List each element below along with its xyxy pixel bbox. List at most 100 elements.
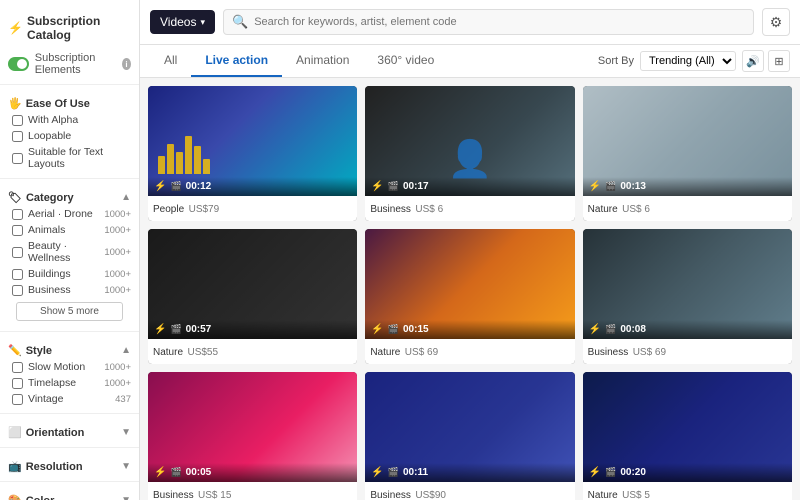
duration-badge: 00:20 bbox=[620, 467, 646, 478]
video-category: Nature bbox=[370, 347, 400, 358]
video-category: Nature bbox=[153, 347, 183, 358]
chevron-up-icon-style: ▲ bbox=[121, 345, 131, 356]
checkbox-loopable[interactable] bbox=[12, 131, 23, 142]
search-bar[interactable]: 🔍 bbox=[223, 9, 754, 35]
duration-badge: 00:11 bbox=[403, 467, 428, 478]
chevron-down-resolution: ▼ bbox=[121, 461, 131, 472]
bolt-icon: ⚡ bbox=[589, 324, 601, 335]
orientation-section: ⬜ Orientation ▼ bbox=[0, 418, 139, 443]
video-price: US$ 15 bbox=[198, 490, 231, 500]
video-card[interactable]: ⚡ 🎬 00:11 Business US$90 bbox=[365, 372, 574, 500]
filter-loopable[interactable]: Loopable bbox=[8, 128, 131, 144]
video-grid-container: ⚡ 🎬 00:12 People US$79 👤 ⚡ 🎬 00:17 Busin… bbox=[140, 78, 800, 500]
grid-view-icon[interactable]: ⊞ bbox=[768, 50, 790, 72]
camera-icon: 🎬 bbox=[170, 467, 181, 478]
ease-of-use-header[interactable]: 🖐 Ease Of Use bbox=[8, 95, 131, 112]
video-category: Business bbox=[370, 490, 411, 500]
audio-sort-icon[interactable]: 🔊 bbox=[742, 50, 764, 72]
tab-all[interactable]: All bbox=[150, 45, 191, 77]
chevron-down-icon: ▾ bbox=[200, 17, 205, 28]
video-price: US$79 bbox=[189, 204, 220, 215]
bolt-icon: ⚡ bbox=[371, 181, 383, 192]
checkbox-with-alpha[interactable] bbox=[12, 115, 23, 126]
video-card[interactable]: ⚡ 🎬 00:05 Business US$ 15 bbox=[148, 372, 357, 500]
orientation-header[interactable]: ⬜ Orientation ▼ bbox=[8, 424, 131, 441]
filter-with-alpha[interactable]: With Alpha bbox=[8, 112, 131, 128]
category-header[interactable]: 🏷 Category ▲ bbox=[8, 189, 131, 206]
video-price: US$ 6 bbox=[415, 204, 443, 215]
sidebar: ⚡ Subscription Catalog Subscription Elem… bbox=[0, 0, 140, 500]
checkbox-aerial[interactable] bbox=[12, 209, 23, 220]
filter-aerial[interactable]: Aerial · Drone 1000+ bbox=[8, 206, 131, 222]
video-grid: ⚡ 🎬 00:12 People US$79 👤 ⚡ 🎬 00:17 Busin… bbox=[148, 86, 792, 500]
camera-icon: 🎬 bbox=[388, 181, 399, 192]
subscription-toggle[interactable]: Subscription Elements i bbox=[0, 48, 139, 80]
checkbox-beauty[interactable] bbox=[12, 247, 23, 258]
bolt-icon: ⚡ bbox=[371, 467, 383, 478]
tab-live-action[interactable]: Live action bbox=[191, 45, 282, 77]
search-input[interactable] bbox=[254, 16, 745, 28]
checkbox-text-layouts[interactable] bbox=[12, 153, 23, 164]
videos-filter-dropdown[interactable]: Videos ▾ bbox=[150, 10, 215, 34]
checkbox-business[interactable] bbox=[12, 285, 23, 296]
resolution-icon: 📺 bbox=[8, 460, 22, 473]
color-icon: 🎨 bbox=[8, 494, 22, 500]
camera-icon: 🎬 bbox=[388, 324, 399, 335]
filter-business[interactable]: Business 1000+ bbox=[8, 282, 131, 298]
duration-badge: 00:15 bbox=[403, 324, 429, 335]
video-price: US$55 bbox=[187, 347, 218, 358]
chevron-down-color: ▼ bbox=[121, 495, 131, 500]
checkbox-slow-motion[interactable] bbox=[12, 362, 23, 373]
color-section: 🎨 Color ▼ bbox=[0, 486, 139, 500]
video-price: US$ 6 bbox=[622, 204, 650, 215]
checkbox-buildings[interactable] bbox=[12, 269, 23, 280]
duration-badge: 00:17 bbox=[403, 181, 429, 192]
filter-timelapse[interactable]: Timelapse 1000+ bbox=[8, 375, 131, 391]
video-category: Nature bbox=[588, 490, 618, 500]
camera-icon: 🎬 bbox=[605, 467, 616, 478]
filter-beauty[interactable]: Beauty · Wellness 1000+ bbox=[8, 238, 131, 266]
tab-animation[interactable]: Animation bbox=[282, 45, 363, 77]
checkbox-animals[interactable] bbox=[12, 225, 23, 236]
filter-animals[interactable]: Animals 1000+ bbox=[8, 222, 131, 238]
video-price: US$ 69 bbox=[405, 347, 438, 358]
info-icon[interactable]: i bbox=[122, 58, 131, 70]
chevron-up-icon: ▲ bbox=[121, 192, 131, 203]
style-header[interactable]: ✏️ Style ▲ bbox=[8, 342, 131, 359]
video-card[interactable]: ⚡ 🎬 00:13 Nature US$ 6 bbox=[583, 86, 792, 221]
chevron-down-orientation: ▼ bbox=[121, 427, 131, 438]
video-card[interactable]: ⚡ 🎬 00:20 Nature US$ 5 bbox=[583, 372, 792, 500]
sort-select[interactable]: Trending (All) bbox=[640, 51, 736, 71]
filter-buildings[interactable]: Buildings 1000+ bbox=[8, 266, 131, 282]
sort-by: Sort By Trending (All) 🔊 ⊞ bbox=[598, 50, 790, 72]
show-more-button[interactable]: Show 5 more bbox=[16, 302, 123, 321]
bolt-icon: ⚡ bbox=[589, 181, 601, 192]
orientation-icon: ⬜ bbox=[8, 426, 22, 439]
video-card[interactable]: ⚡ 🎬 00:57 Nature US$55 bbox=[148, 229, 357, 364]
video-card[interactable]: 👤 ⚡ 🎬 00:17 Business US$ 6 bbox=[365, 86, 574, 221]
toggle-switch[interactable] bbox=[8, 57, 29, 71]
ease-of-use-section: 🖐 Ease Of Use With Alpha Loopable Suitab… bbox=[0, 89, 139, 174]
tab-360-video[interactable]: 360° video bbox=[363, 45, 448, 77]
video-category: People bbox=[153, 204, 184, 215]
camera-icon: 🎬 bbox=[388, 467, 399, 478]
filter-vintage[interactable]: Vintage 437 bbox=[8, 391, 131, 407]
video-card[interactable]: ⚡ 🎬 00:15 Nature US$ 69 bbox=[365, 229, 574, 364]
tag-icon: 🏷 bbox=[8, 191, 22, 204]
filter-slow-motion[interactable]: Slow Motion 1000+ bbox=[8, 359, 131, 375]
settings-icon[interactable]: ⚙ bbox=[762, 8, 790, 36]
bolt-icon: ⚡ bbox=[589, 467, 601, 478]
video-card[interactable]: ⚡ 🎬 00:08 Business US$ 69 bbox=[583, 229, 792, 364]
color-header[interactable]: 🎨 Color ▼ bbox=[8, 492, 131, 500]
duration-badge: 00:57 bbox=[186, 324, 212, 335]
checkbox-vintage[interactable] bbox=[12, 394, 23, 405]
tabs-bar: All Live action Animation 360° video Sor… bbox=[140, 45, 800, 78]
filter-text-layouts[interactable]: Suitable for Text Layouts bbox=[8, 144, 131, 172]
style-section: ✏️ Style ▲ Slow Motion 1000+ Timelapse 1… bbox=[0, 336, 139, 409]
resolution-header[interactable]: 📺 Resolution ▼ bbox=[8, 458, 131, 475]
checkbox-timelapse[interactable] bbox=[12, 378, 23, 389]
video-category: Business bbox=[370, 204, 411, 215]
video-card[interactable]: ⚡ 🎬 00:12 People US$79 bbox=[148, 86, 357, 221]
video-price: US$90 bbox=[415, 490, 446, 500]
style-icon: ✏️ bbox=[8, 344, 22, 357]
